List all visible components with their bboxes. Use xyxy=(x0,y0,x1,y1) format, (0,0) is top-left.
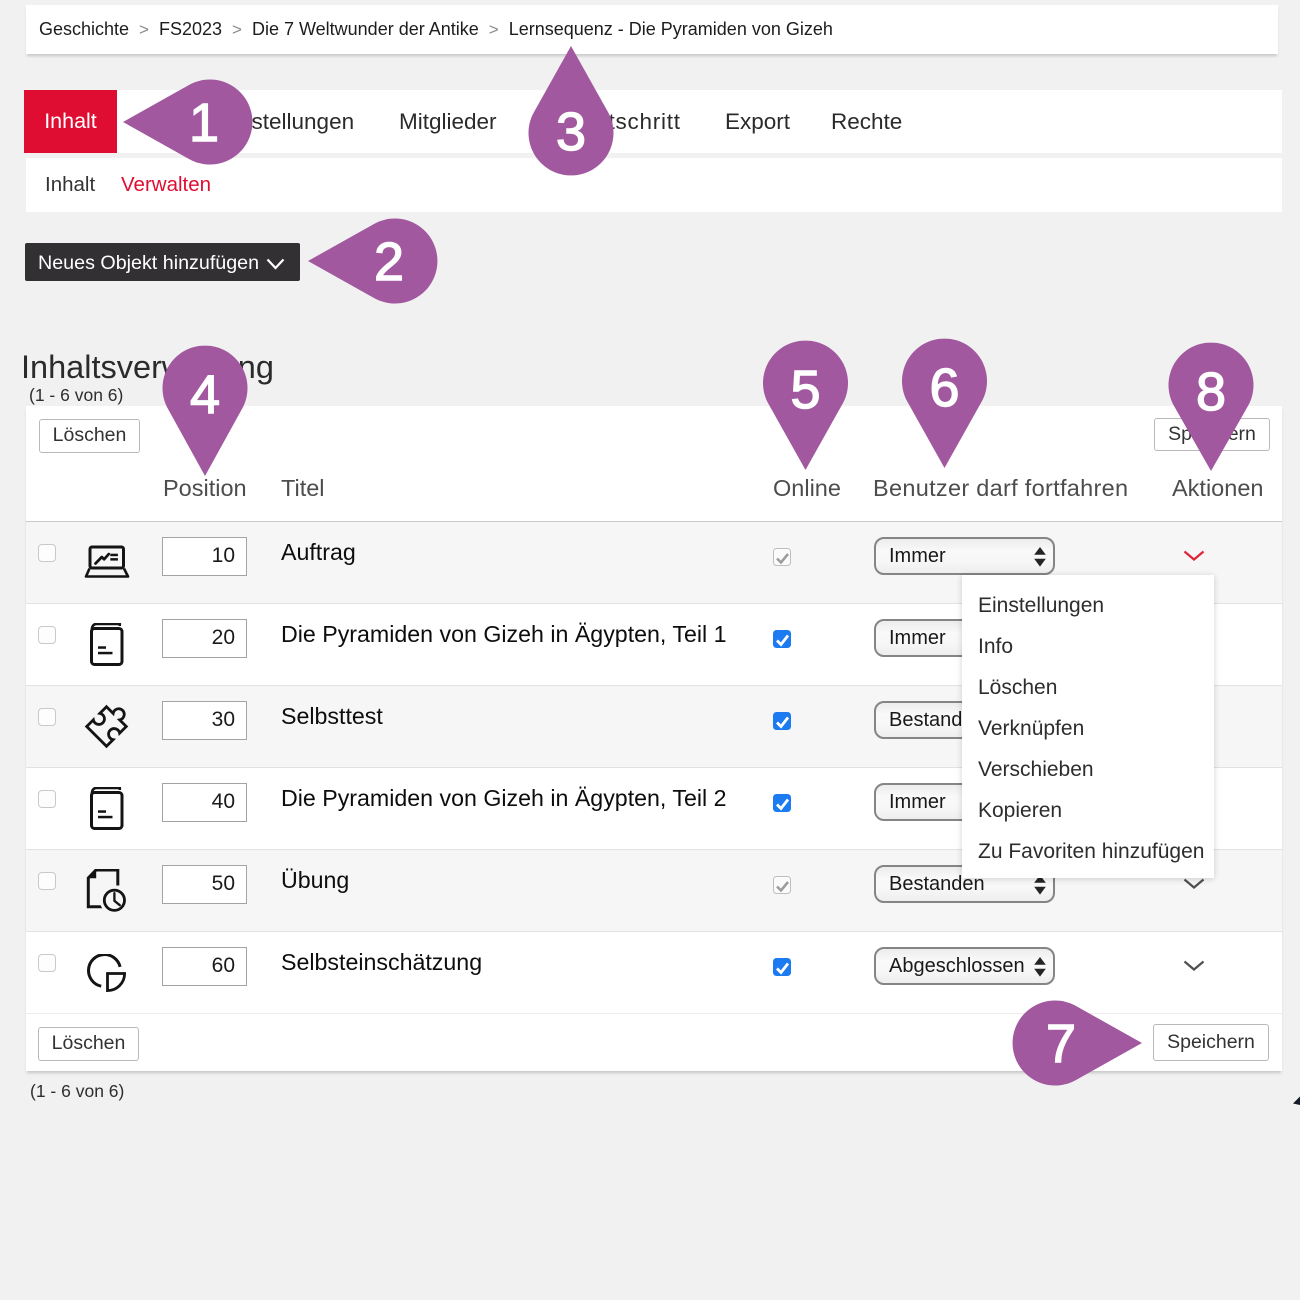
svg-text:2: 2 xyxy=(374,232,404,292)
